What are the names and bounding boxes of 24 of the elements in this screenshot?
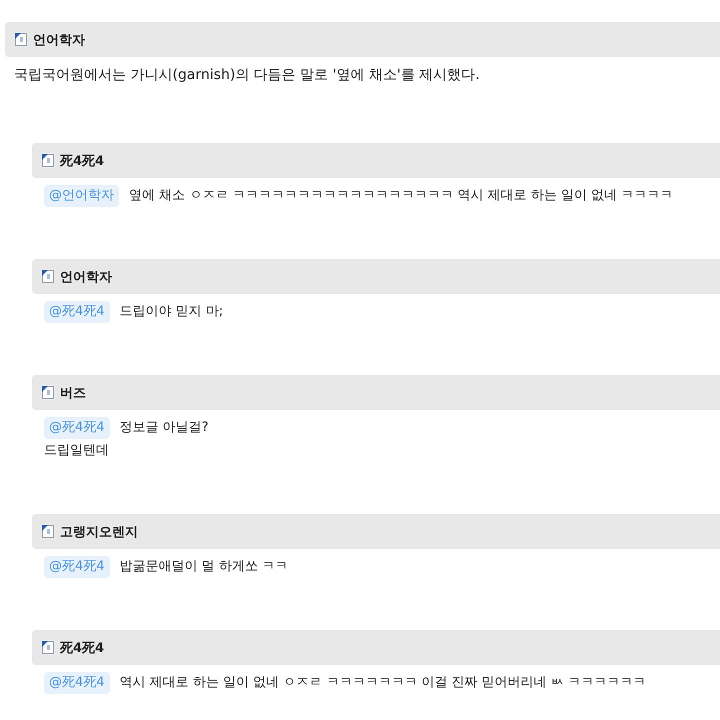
mention-link[interactable]: @死4死4 — [44, 672, 110, 694]
member-badge-icon — [42, 154, 54, 167]
comment-text: 드립일텐데 — [44, 442, 109, 460]
author-name: 언어학자 — [60, 268, 112, 286]
mention-link[interactable]: @死4死4 — [44, 556, 110, 578]
comment-text: 정보글 아닐걸? — [120, 418, 209, 436]
member-badge-icon — [42, 525, 54, 538]
member-badge-icon — [42, 386, 54, 399]
comment-text: 밥굶문애덜이 멀 하게쏘 ㅋㅋ — [120, 558, 288, 576]
post-text: 국립국어원에서는 가니시(garnish)의 다듬은 말로 '옆에 채소'를 제시했다. — [14, 66, 481, 85]
comment-text: 드립이야 믿지 마; — [120, 302, 224, 320]
member-badge-icon — [42, 270, 54, 283]
mention-link[interactable]: @언어학자 — [44, 184, 119, 206]
author-name: 死4死4 — [60, 152, 104, 170]
comment-text: 옆에 채소 ㅇㅈㄹ ㅋㅋㅋㅋㅋㅋㅋㅋㅋㅋㅋㅋㅋㅋㅋㅋㅋ 역시 제대로 하는 일이 없네 ㅋㅋㅋㅋ — [129, 186, 674, 204]
mention-link[interactable]: @死4死4 — [44, 416, 110, 438]
mention-link[interactable]: @死4死4 — [44, 300, 110, 322]
member-badge-icon — [15, 33, 27, 46]
comment-text: 역시 제대로 하는 일이 없네 ㅇㅈㄹ ㅋㅋㅋㅋㅋㅋㅋ 이걸 진짜 믿어버리네 ㅄ ㅋㅋㅋㅋㅋㅋ — [120, 674, 646, 692]
author-name: 버즈 — [60, 384, 86, 402]
author-name: 언어학자 — [33, 32, 85, 48]
author-name: 死4死4 — [60, 640, 104, 656]
member-badge-icon — [42, 641, 54, 654]
author-name: 고랭지오렌지 — [60, 524, 138, 540]
